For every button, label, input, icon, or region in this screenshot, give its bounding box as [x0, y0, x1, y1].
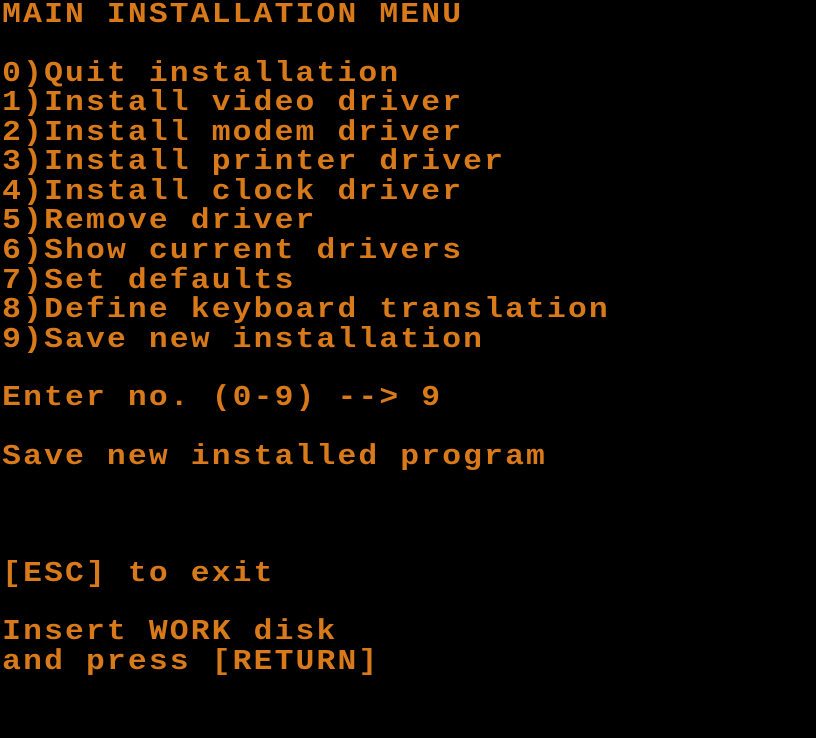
spacer: [2, 30, 816, 59]
menu-label: Install clock driver: [44, 175, 463, 208]
menu-item-2[interactable]: 2)Install modem driver: [2, 118, 816, 148]
menu-item-9[interactable]: 9)Save new installation: [2, 325, 816, 355]
menu-label: Save new installation: [44, 323, 484, 356]
menu-num: 1: [2, 86, 23, 119]
status-line: Save new installed program: [2, 442, 816, 472]
menu-item-0[interactable]: 0)Quit installation: [2, 59, 816, 89]
instruction-line-1: Insert WORK disk: [2, 617, 816, 647]
spacer: [2, 472, 816, 501]
page-title: MAIN INSTALLATION MENU: [2, 0, 816, 30]
menu-label: Install modem driver: [44, 116, 463, 149]
menu-num: 9: [2, 323, 23, 356]
menu-label: Install video driver: [44, 86, 463, 119]
menu-label: Install printer driver: [44, 145, 505, 178]
menu-num: 4: [2, 175, 23, 208]
menu-label: Remove driver: [44, 204, 316, 237]
menu-num: 0: [2, 57, 23, 90]
menu-item-1[interactable]: 1)Install video driver: [2, 88, 816, 118]
spacer: [2, 413, 816, 442]
menu-item-3[interactable]: 3)Install printer driver: [2, 147, 816, 177]
instruction-line-2: and press [RETURN]: [2, 647, 816, 677]
menu-num: 8: [2, 293, 23, 326]
menu-num: 7: [2, 264, 23, 297]
spacer: [2, 354, 816, 383]
menu-item-7[interactable]: 7)Set defaults: [2, 266, 816, 296]
menu-label: Show current drivers: [44, 234, 463, 267]
prompt-line[interactable]: Enter no. (0-9) --> 9: [2, 383, 816, 413]
spacer: [2, 530, 816, 559]
menu-item-6[interactable]: 6)Show current drivers: [2, 236, 816, 266]
menu-num: 2: [2, 116, 23, 149]
menu-label: Set defaults: [44, 264, 295, 297]
menu-num: 6: [2, 234, 23, 267]
prompt-label: Enter no. (0-9) -->: [2, 381, 421, 414]
spacer: [2, 501, 816, 530]
menu-label: Quit installation: [44, 57, 400, 90]
menu-item-5[interactable]: 5)Remove driver: [2, 206, 816, 236]
spacer: [2, 588, 816, 617]
menu-num: 5: [2, 204, 23, 237]
menu-item-8[interactable]: 8)Define keyboard translation: [2, 295, 816, 325]
menu-num: 3: [2, 145, 23, 178]
menu-item-4[interactable]: 4)Install clock driver: [2, 177, 816, 207]
menu-label: Define keyboard translation: [44, 293, 610, 326]
exit-hint: [ESC] to exit: [2, 559, 816, 589]
prompt-input[interactable]: 9: [421, 381, 442, 414]
